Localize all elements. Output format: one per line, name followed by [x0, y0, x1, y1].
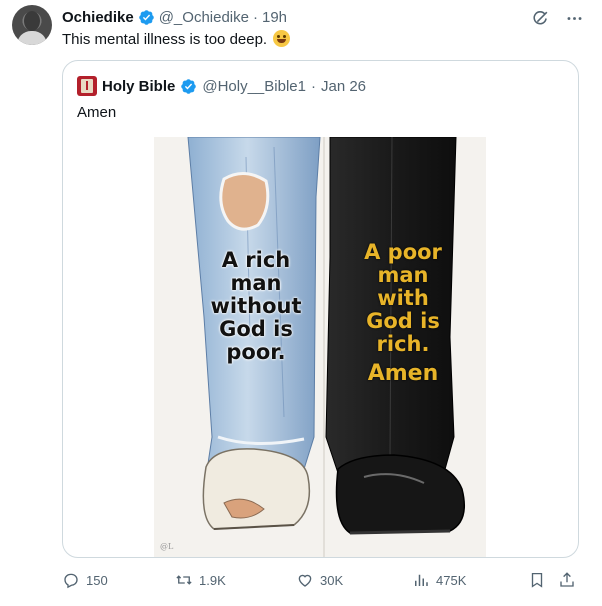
image-watermark: @L	[160, 542, 174, 551]
like-count: 30K	[320, 572, 344, 588]
action-bar: 150 1.9K 30K 475K	[62, 568, 582, 592]
views-count: 475K	[436, 572, 467, 588]
quoted-author-name[interactable]: Holy Bible	[102, 78, 175, 95]
repost-count: 1.9K	[199, 572, 226, 588]
left-caption-line: God is	[219, 317, 293, 341]
bible-avatar-icon	[77, 76, 97, 96]
separator: ·	[310, 77, 316, 95]
right-caption-amen: Amen	[367, 361, 439, 386]
right-caption-line: A poor	[364, 240, 442, 264]
like-icon	[298, 574, 312, 587]
views-icon	[415, 574, 428, 586]
tweet-header: Ochiedike @_Ochiedike · 19h	[62, 7, 287, 27]
verified-badge-icon	[138, 9, 155, 26]
author-name[interactable]: Ochiedike	[62, 9, 134, 26]
repost-icon	[176, 575, 192, 585]
more-icon[interactable]	[564, 8, 584, 28]
right-caption-line: man	[377, 263, 429, 287]
tweet-time[interactable]: 19h	[262, 9, 287, 26]
right-caption-line: rich.	[376, 332, 430, 356]
laughing-emoji-icon	[273, 30, 291, 47]
reply-count: 150	[86, 572, 108, 588]
bookmark-icon	[531, 572, 543, 588]
quoted-author-handle[interactable]: @Holy__Bible1	[202, 78, 306, 95]
right-caption: A poor man with God is rich. Amen	[348, 240, 458, 386]
grok-icon[interactable]	[530, 8, 550, 28]
tweet-text-content: This mental illness is too deep.	[62, 31, 268, 48]
share-icon	[560, 572, 574, 587]
left-caption-line: poor.	[226, 340, 286, 364]
quoted-tweet[interactable]: Holy Bible @Holy__Bible1 · Jan 26 Amen A…	[62, 60, 579, 558]
separator: ·	[252, 8, 258, 26]
avatar[interactable]	[12, 5, 52, 45]
tweet: Ochiedike @_Ochiedike · 19h This mental …	[0, 0, 602, 606]
right-caption-line: God is	[366, 309, 440, 333]
share-button[interactable]	[558, 568, 576, 592]
repost-button[interactable]: 1.9K	[175, 568, 226, 592]
reply-icon	[64, 573, 78, 589]
quoted-header: Holy Bible @Holy__Bible1 · Jan 26	[77, 76, 366, 96]
left-caption: A rich man without God is poor.	[206, 249, 306, 364]
quoted-image[interactable]: A rich man without God is poor. A poor m…	[154, 137, 486, 557]
right-caption-line: with	[377, 286, 429, 310]
bookmark-button[interactable]	[528, 568, 546, 592]
tweet-text: This mental illness is too deep.	[62, 30, 291, 50]
author-handle[interactable]: @_Ochiedike	[159, 9, 249, 26]
left-caption-line: without	[210, 294, 302, 318]
quoted-date[interactable]: Jan 26	[321, 78, 366, 95]
verified-badge-icon	[180, 78, 197, 95]
reply-button[interactable]: 150	[62, 568, 108, 592]
left-caption-line: man	[230, 271, 282, 295]
quoted-text: Amen	[77, 104, 117, 121]
views-button[interactable]: 475K	[412, 568, 466, 592]
like-button[interactable]: 30K	[296, 568, 343, 592]
left-caption-line: A rich	[221, 248, 291, 272]
